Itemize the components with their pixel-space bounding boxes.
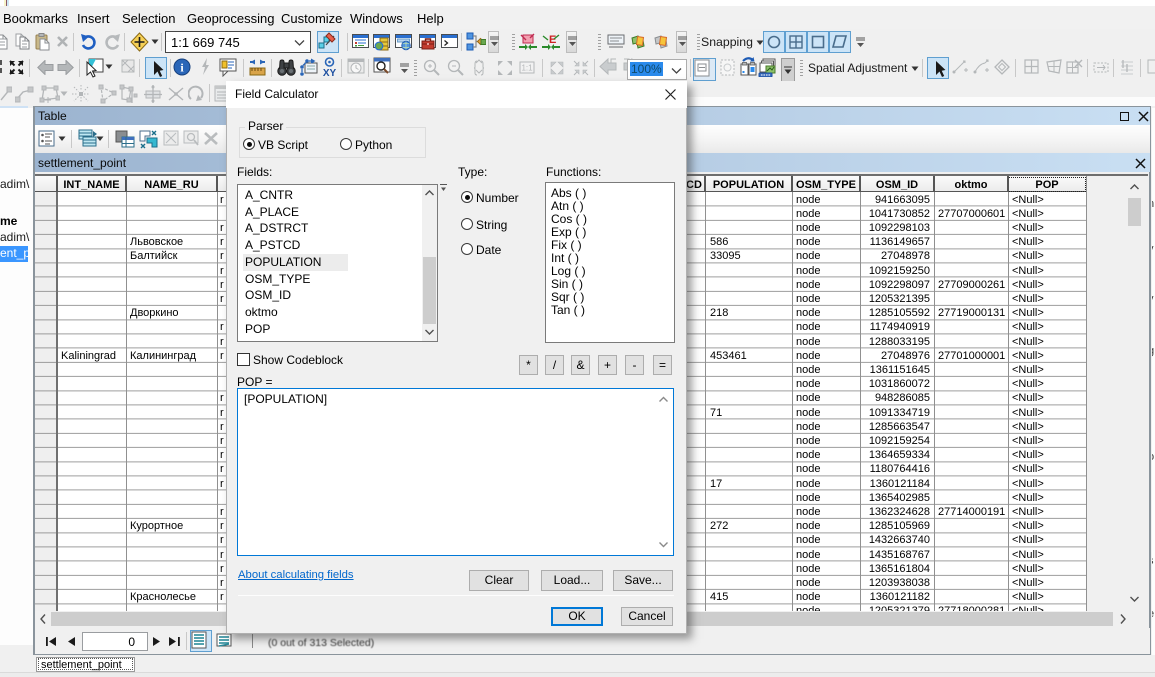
- svg-text:E: E: [549, 34, 556, 46]
- svg-text:1:1: 1:1: [521, 64, 533, 73]
- svg-text:XY: XY: [323, 68, 337, 77]
